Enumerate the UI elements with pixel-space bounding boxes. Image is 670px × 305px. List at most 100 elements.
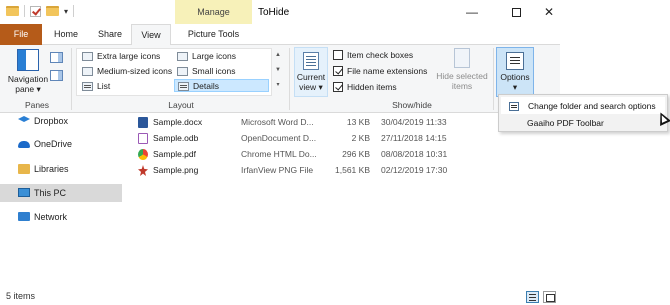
file-row[interactable]: Sample.pdf Chrome HTML Do... 296 KB 08/0… bbox=[135, 146, 475, 162]
navigation-pane-button[interactable]: Navigation pane ▾ bbox=[4, 49, 52, 94]
maximize-icon bbox=[511, 8, 521, 18]
nav-item-onedrive[interactable]: OneDrive bbox=[0, 135, 122, 153]
window-title: ToHide bbox=[258, 7, 290, 18]
layout-option-label: Medium-sized icons bbox=[97, 66, 173, 76]
file-row[interactable]: Sample.png IrfanView PNG File 1,561 KB 0… bbox=[135, 162, 475, 178]
new-folder-icon[interactable] bbox=[46, 6, 59, 16]
nav-item-label: Network bbox=[34, 212, 68, 222]
navigation-pane-icon bbox=[17, 49, 39, 71]
details-pane-icon[interactable] bbox=[50, 70, 63, 81]
file-date: 08/08/2018 10:31 bbox=[381, 149, 448, 159]
options-icon bbox=[506, 52, 524, 70]
layout-medium-icons[interactable]: Medium-sized icons bbox=[79, 65, 172, 78]
nav-item-label: This PC bbox=[34, 188, 67, 198]
hide-selected-items-button[interactable]: Hide selected items bbox=[433, 48, 491, 91]
navigation-pane-label-2: pane ▾ bbox=[15, 84, 41, 94]
network-icon bbox=[18, 212, 30, 221]
layout-gallery: Extra large icons Large icons Medium-siz… bbox=[76, 48, 272, 96]
layout-large-icons[interactable]: Large icons bbox=[174, 50, 236, 63]
layout-option-label: Small icons bbox=[192, 66, 236, 76]
preview-pane-icon[interactable] bbox=[50, 52, 63, 63]
file-row[interactable]: Sample.odb OpenDocument D... 2 KB 27/11/… bbox=[135, 130, 475, 146]
group-divider bbox=[71, 48, 72, 110]
file-name-extensions-toggle[interactable]: File name extensions bbox=[333, 65, 427, 78]
hide-selected-label-2: items bbox=[451, 81, 473, 91]
odb-file-icon bbox=[138, 133, 148, 144]
folder-icon[interactable] bbox=[6, 6, 19, 16]
chrome-pdf-icon bbox=[138, 149, 148, 160]
quick-access-toolbar: ▾ bbox=[6, 5, 75, 17]
nav-item-this-pc[interactable]: This PC bbox=[0, 184, 122, 202]
hidden-items-toggle[interactable]: Hidden items bbox=[333, 81, 397, 94]
item-check-boxes-checkbox[interactable] bbox=[333, 50, 343, 60]
minimize-button[interactable]: — bbox=[450, 0, 494, 24]
item-check-boxes-toggle[interactable]: Item check boxes bbox=[333, 49, 413, 62]
large-icons-icon bbox=[177, 52, 188, 61]
medium-icons-icon bbox=[82, 67, 93, 76]
tab-view[interactable]: View bbox=[131, 24, 171, 46]
nav-item-label: Libraries bbox=[34, 164, 69, 174]
group-divider bbox=[289, 48, 290, 110]
close-button[interactable]: ✕ bbox=[527, 0, 571, 24]
nav-item-label: OneDrive bbox=[34, 139, 73, 149]
layout-list[interactable]: List bbox=[79, 80, 110, 93]
options-arrow-icon: ▾ bbox=[512, 82, 518, 92]
file-type: Chrome HTML Do... bbox=[241, 149, 317, 159]
item-check-boxes-label: Item check boxes bbox=[347, 50, 414, 60]
file-name: Sample.png bbox=[153, 165, 199, 175]
file-name-extensions-checkbox[interactable] bbox=[333, 66, 343, 76]
tab-home[interactable]: Home bbox=[46, 24, 86, 45]
hidden-items-label: Hidden items bbox=[347, 82, 397, 92]
menu-item-label: Gaaiho PDF Toolbar bbox=[527, 118, 604, 128]
ribbon-view: Navigation pane ▾ Panes Extra large icon… bbox=[0, 45, 560, 113]
options-dropdown-menu: Change folder and search options Gaaiho … bbox=[498, 94, 668, 132]
file-date: 27/11/2018 14:15 bbox=[381, 133, 447, 143]
file-row[interactable]: Sample.docx Microsoft Word D... 13 KB 30… bbox=[135, 114, 475, 130]
title-bar: ▾ Manage ToHide — ✕ bbox=[0, 0, 670, 24]
file-name: Sample.pdf bbox=[153, 149, 196, 159]
folder-options-icon bbox=[509, 102, 519, 111]
file-date: 02/12/2019 17:30 bbox=[381, 165, 448, 175]
options-label: Options bbox=[500, 72, 530, 82]
file-name: Sample.odb bbox=[153, 133, 199, 143]
list-icon bbox=[82, 82, 93, 91]
nav-item-libraries[interactable]: Libraries bbox=[0, 160, 122, 178]
layout-extra-large-icons[interactable]: Extra large icons bbox=[79, 50, 160, 63]
tab-picture-tools[interactable]: Picture Tools bbox=[175, 24, 252, 45]
item-count: 5 items bbox=[6, 291, 36, 301]
tab-file[interactable]: File bbox=[0, 24, 42, 45]
file-size: 13 KB bbox=[346, 117, 370, 127]
tab-share[interactable]: Share bbox=[90, 24, 130, 45]
options-button[interactable]: Options ▾ bbox=[496, 47, 534, 97]
current-view-label: Current bbox=[296, 72, 326, 82]
layout-group-label: Layout bbox=[168, 100, 194, 110]
details-view-icon[interactable] bbox=[526, 291, 539, 303]
nav-item-network[interactable]: Network bbox=[0, 208, 122, 226]
file-list: Sample.docx Microsoft Word D... 13 KB 30… bbox=[125, 113, 670, 288]
file-name: Sample.docx bbox=[153, 117, 203, 127]
properties-check-icon[interactable] bbox=[30, 5, 41, 17]
nav-item-dropbox[interactable]: Dropbox bbox=[0, 112, 122, 130]
status-bar: 5 items bbox=[0, 288, 670, 305]
menu-item-change-folder-options[interactable]: Change folder and search options bbox=[501, 97, 665, 114]
menu-item-gaaiho-pdf-toolbar[interactable]: Gaaiho PDF Toolbar bbox=[501, 115, 665, 132]
menu-item-label: Change folder and search options bbox=[528, 101, 656, 111]
large-icons-view-icon[interactable] bbox=[543, 291, 556, 303]
group-divider bbox=[493, 48, 494, 110]
current-view-button[interactable]: Current view ▾ bbox=[294, 47, 328, 97]
gallery-down-icon[interactable]: ▼ bbox=[273, 63, 283, 78]
manage-contextual-header: Manage bbox=[175, 0, 252, 24]
qat-dropdown-icon[interactable]: ▾ bbox=[64, 7, 68, 16]
word-doc-icon bbox=[138, 117, 148, 128]
layout-details[interactable]: Details bbox=[174, 79, 269, 92]
gallery-up-icon[interactable]: ▲ bbox=[273, 48, 283, 63]
dropbox-icon bbox=[18, 116, 30, 122]
file-type: OpenDocument D... bbox=[241, 133, 317, 143]
file-size: 296 KB bbox=[342, 149, 370, 159]
hide-selected-icon bbox=[454, 48, 470, 68]
layout-gallery-scroll[interactable]: ▲ ▼ ▾ bbox=[273, 48, 283, 96]
layout-option-label: Extra large icons bbox=[97, 51, 161, 61]
layout-small-icons[interactable]: Small icons bbox=[174, 65, 235, 78]
gallery-more-icon[interactable]: ▾ bbox=[273, 78, 283, 93]
hidden-items-checkbox[interactable] bbox=[333, 82, 343, 92]
